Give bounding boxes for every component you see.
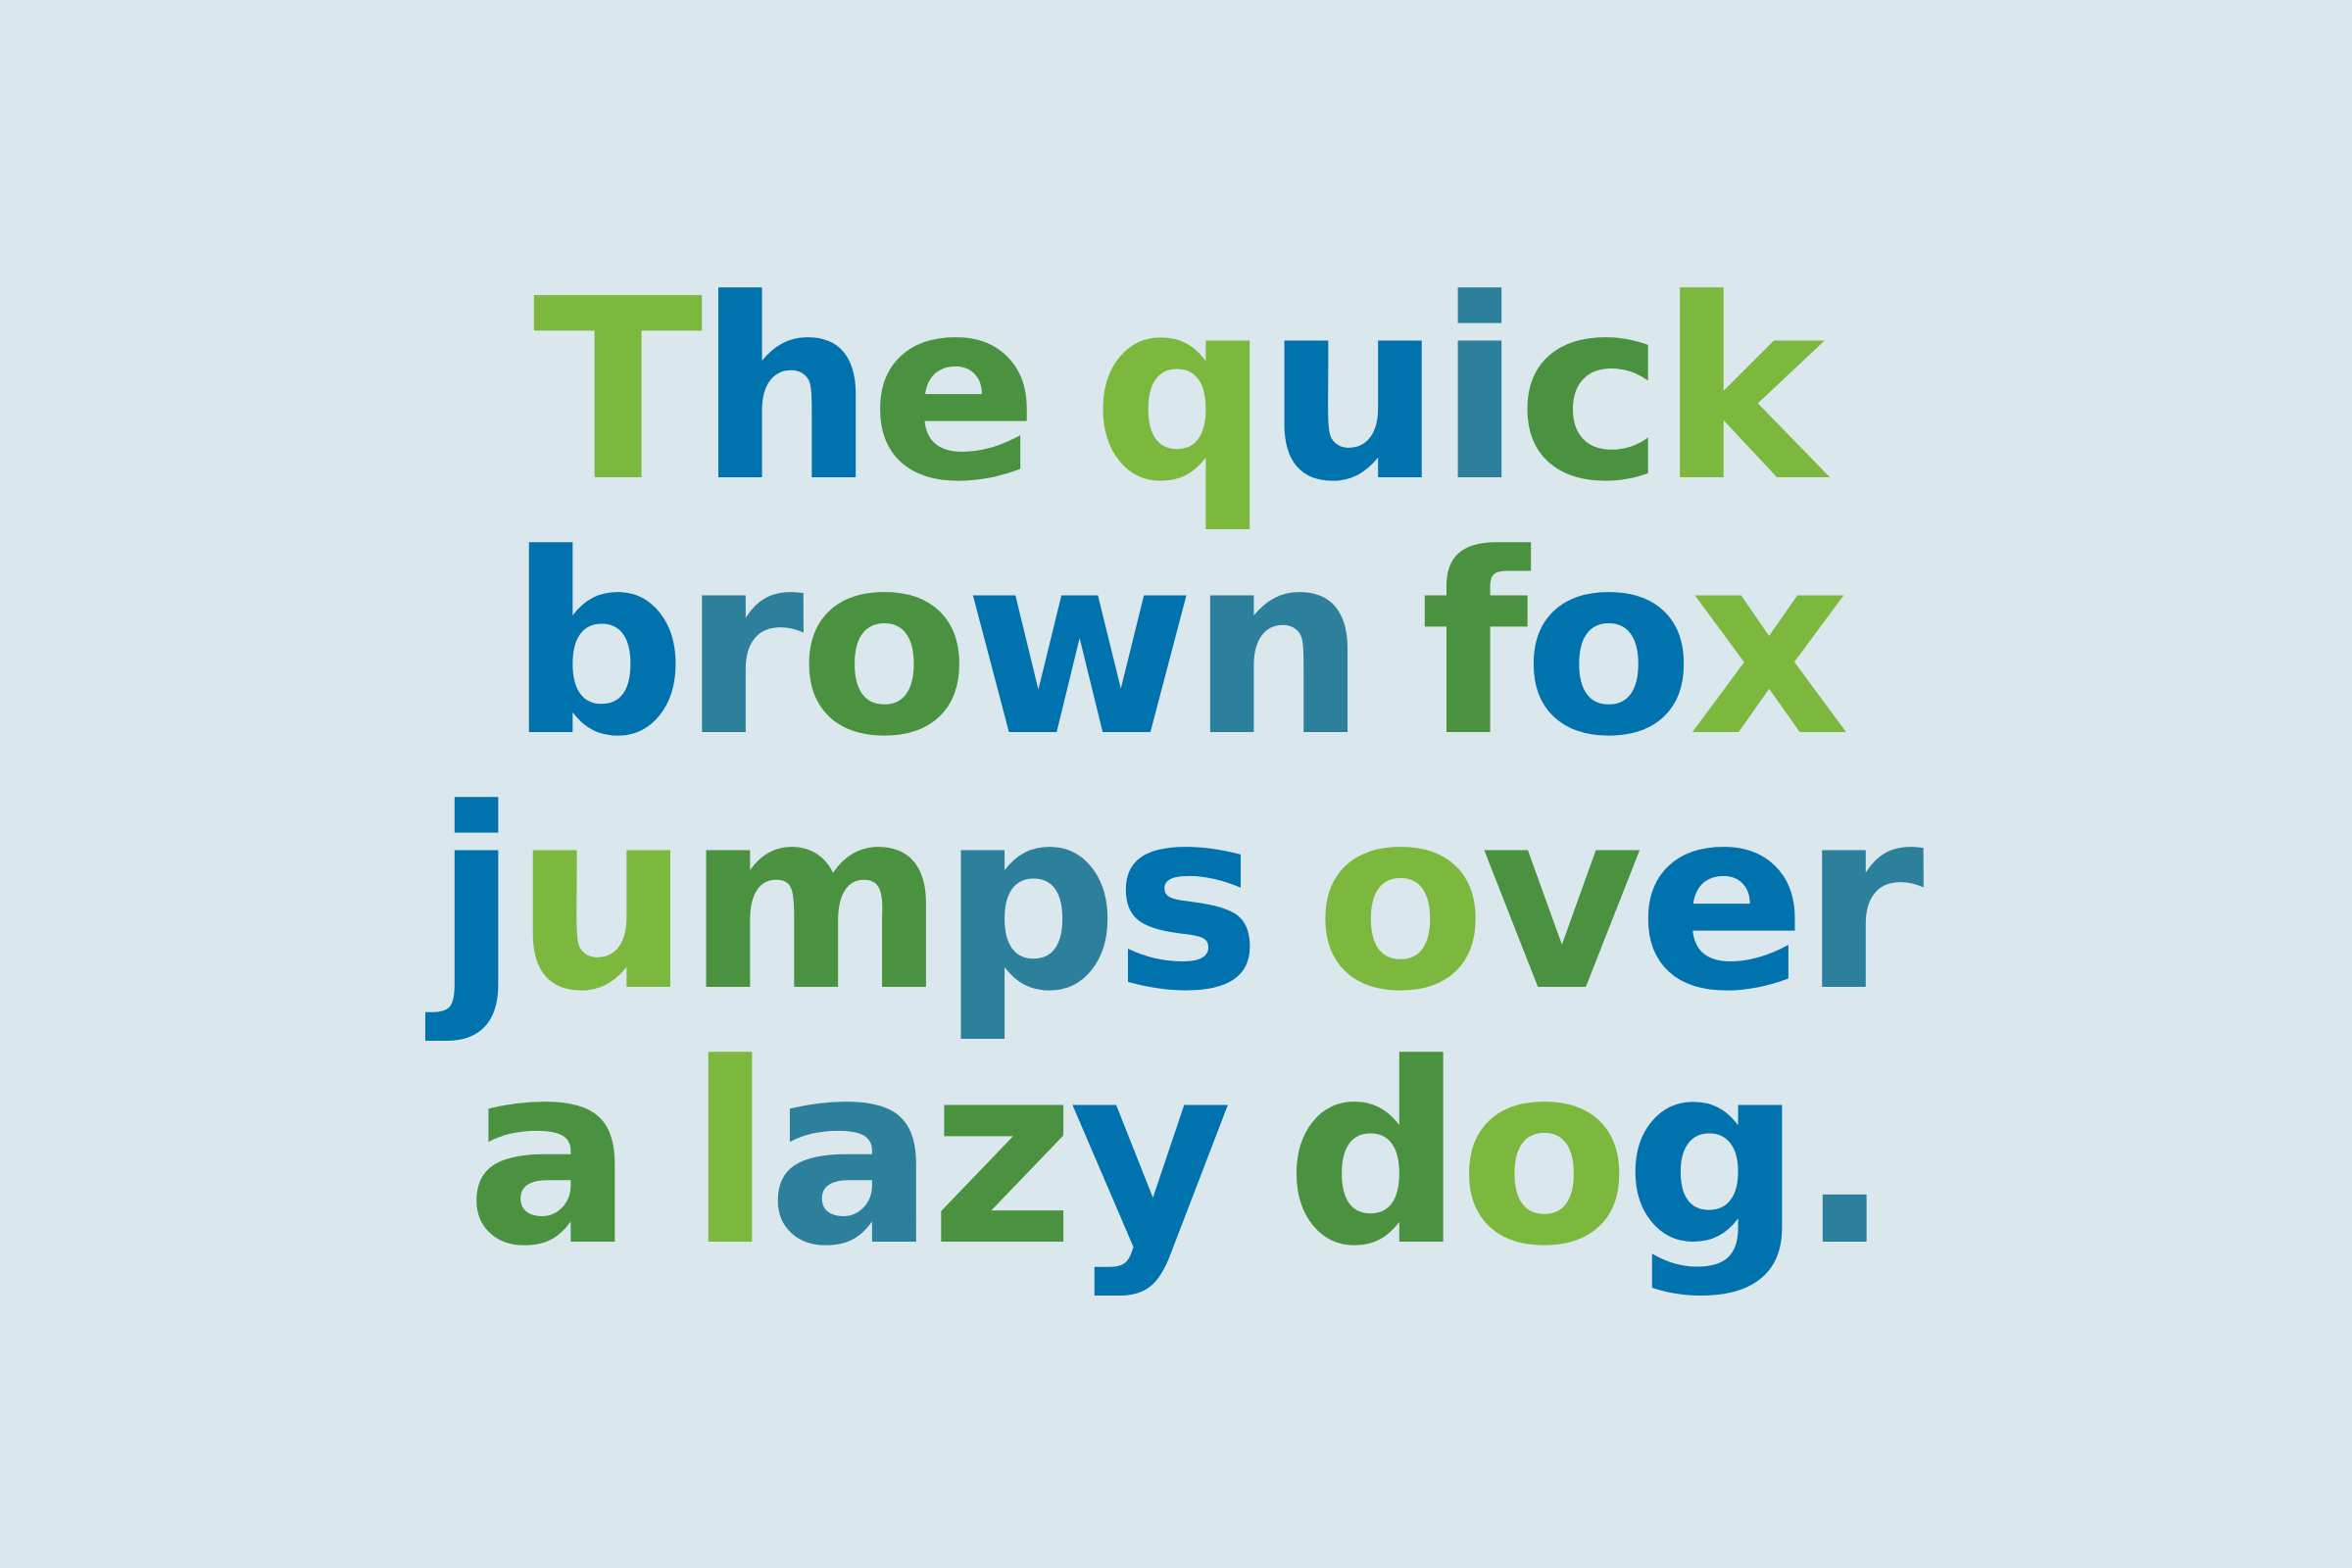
letter: o (1314, 756, 1486, 1047)
word: quick (1092, 246, 1826, 537)
letter: e (869, 246, 1039, 537)
letter: l (687, 1010, 772, 1301)
letter: r (680, 501, 805, 792)
letter: h (697, 246, 876, 537)
word: a (466, 1010, 634, 1301)
word: over (1314, 756, 1925, 1047)
letter: k (1658, 246, 1826, 537)
letter: s (1112, 756, 1262, 1047)
pangram-text: The quick brown fox jumps over a lazy dog. (433, 265, 1924, 1284)
letter: T (532, 246, 704, 537)
letter: i (1437, 246, 1522, 537)
word: The (532, 246, 1039, 537)
letter: o (798, 501, 970, 792)
letter: o (1458, 1010, 1630, 1301)
text-line: brown fox (433, 519, 1918, 774)
letter: n (1189, 501, 1367, 792)
letter: q (1092, 246, 1271, 537)
word: brown (508, 501, 1367, 792)
letter: a (766, 1010, 936, 1301)
letter: y (1069, 1010, 1232, 1301)
letter: d (1285, 1010, 1465, 1301)
letter: w (963, 501, 1196, 792)
letter: m (685, 756, 946, 1047)
text-line: a lazy dog. (433, 1029, 1918, 1284)
text-line: The quick (433, 265, 1918, 519)
letter: o (1522, 501, 1694, 792)
letter: f (1419, 501, 1529, 792)
word: lazy (687, 1010, 1232, 1301)
letter: b (508, 501, 687, 792)
letter: p (940, 756, 1119, 1047)
text-line: jumps over (433, 774, 1924, 1029)
letter: g (1624, 1010, 1803, 1301)
letter: a (466, 1010, 634, 1301)
letter: . (1796, 1010, 1892, 1301)
letter: c (1516, 246, 1665, 537)
word: jumps (433, 756, 1262, 1047)
letter: u (513, 756, 692, 1047)
letter: z (929, 1010, 1075, 1301)
letter: x (1689, 501, 1850, 792)
pangram-canvas: The quick brown fox jumps over a lazy dog. (0, 0, 2352, 1568)
word: fox (1419, 501, 1850, 792)
letter: e (1637, 756, 1807, 1047)
letter: j (433, 756, 518, 1047)
letter: u (1264, 246, 1444, 537)
letter: v (1480, 756, 1643, 1047)
word: dog. (1285, 1010, 1892, 1301)
letter: r (1800, 756, 1925, 1047)
